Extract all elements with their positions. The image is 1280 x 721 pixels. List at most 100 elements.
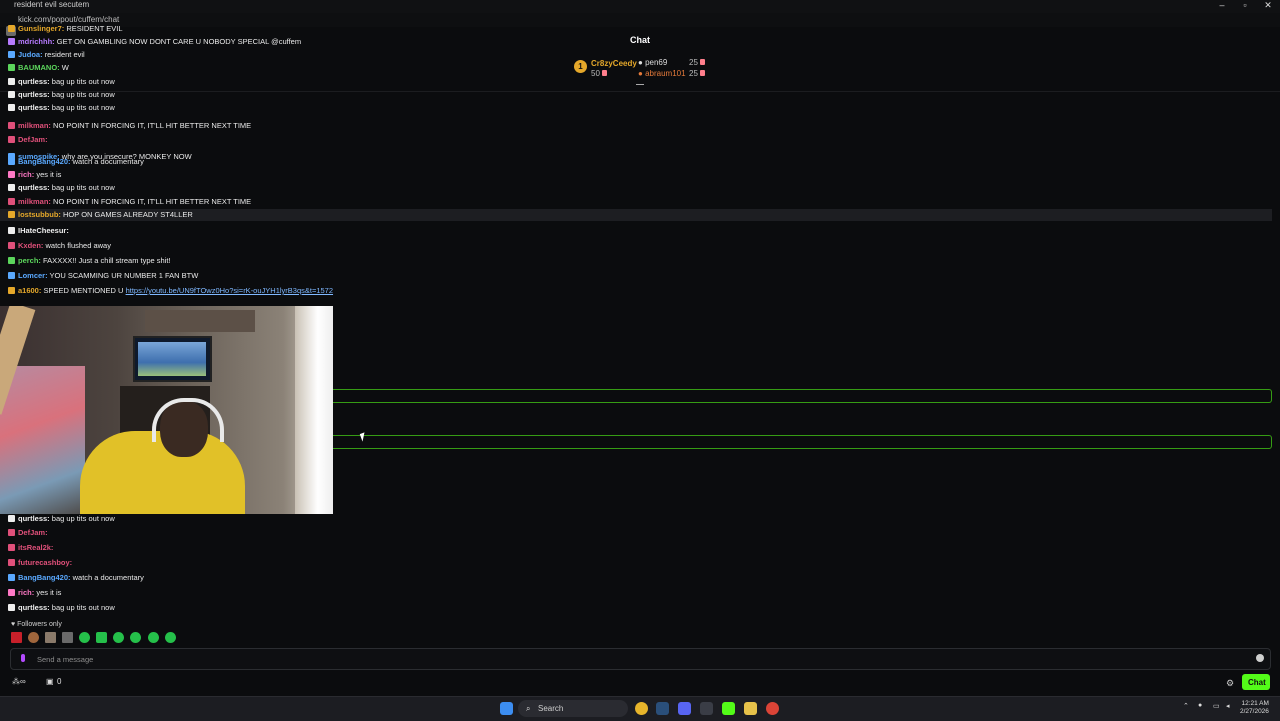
chat-username[interactable]: qurtless: — [18, 103, 50, 112]
chat-username[interactable]: BangBang420: — [18, 573, 71, 582]
tray-volume-icon[interactable]: ◂ — [1226, 702, 1230, 710]
chat-username[interactable]: BangBang420: — [18, 157, 71, 166]
rank-badge: 1 — [574, 60, 587, 73]
url-text: kick.com/popout/cuffem/chat — [18, 15, 120, 24]
tray-network-icon[interactable]: ▭ — [1213, 702, 1220, 710]
emote-icon[interactable] — [164, 632, 176, 643]
windows-start-icon[interactable] — [500, 702, 513, 715]
kicks-count: 0 — [57, 677, 62, 686]
chat-message-text: yes it is — [36, 588, 62, 597]
chat-username[interactable]: a1600: — [18, 286, 41, 295]
tray-mic-icon[interactable]: ● — [1198, 702, 1202, 709]
chat-message: qurtless: bag up tits out now — [8, 90, 115, 99]
chat-username[interactable]: rich: — [18, 588, 34, 597]
address-bar[interactable]: kick.com/popout/cuffem/chat — [0, 13, 1280, 36]
chat-username[interactable]: milkman: — [18, 197, 51, 206]
chat-username[interactable]: rich: — [18, 170, 34, 179]
chat-username[interactable]: lostsubbub: — [18, 210, 61, 219]
chat-username[interactable]: BAUMANO: — [18, 63, 60, 72]
chat-username[interactable]: Judoa: — [18, 50, 43, 59]
badge-icon — [8, 287, 15, 294]
taskbar-search[interactable]: ⌕ Search — [518, 700, 628, 717]
message-box[interactable] — [10, 648, 1271, 670]
emote-icon[interactable] — [130, 632, 142, 643]
emote-icon[interactable] — [28, 632, 40, 643]
chat-message: qurtless: bag up tits out now — [8, 77, 115, 86]
chat-message: BangBang420: watch a documentary — [8, 157, 144, 166]
emote-icon[interactable] — [113, 632, 125, 643]
badge-icon — [8, 574, 15, 581]
webcam-overlay — [0, 306, 333, 514]
chat-message: perch: FAXXXX!! Just a chill stream type… — [8, 256, 171, 265]
system-clock[interactable]: 12:21 AM 2/27/2026 — [1240, 700, 1269, 716]
badge-icon — [8, 25, 15, 32]
users-icon[interactable]: ⁂∞ — [12, 677, 26, 686]
chat-username[interactable]: Kxden: — [18, 241, 43, 250]
tray-chevron-icon[interactable]: ⌃ — [1183, 702, 1189, 710]
chat-username[interactable]: perch: — [18, 256, 41, 265]
chat-send-button[interactable]: Chat — [1242, 674, 1270, 690]
leaderboard-user[interactable]: Cr8zyCeedy — [591, 59, 637, 68]
chat-username[interactable]: DefJam: — [18, 528, 48, 537]
chat-username[interactable]: DefJam: — [18, 135, 48, 144]
search-label: Search — [538, 704, 564, 713]
steam-icon[interactable] — [656, 702, 669, 715]
chat-username[interactable]: Lomcer: — [18, 271, 48, 280]
badge-icon — [8, 604, 15, 611]
kick-icon[interactable] — [722, 702, 735, 715]
folder-icon[interactable] — [744, 702, 757, 715]
chat-message: mdrichhh: GET ON GAMBLING NOW DONT CARE … — [8, 37, 301, 46]
app-icon[interactable] — [700, 702, 713, 715]
emoji-icon[interactable] — [1256, 654, 1264, 662]
chat-username[interactable]: itsReal2k: — [18, 543, 53, 552]
chat-highlight-outline — [333, 435, 1272, 449]
emote-bar[interactable] — [11, 632, 179, 644]
badge-icon — [8, 544, 15, 551]
chat-username[interactable]: qurtless: — [18, 514, 50, 523]
discord-icon[interactable] — [678, 702, 691, 715]
badge-icon — [8, 589, 15, 596]
badge-icon — [8, 171, 15, 178]
chat-message: BangBang420: watch a documentary — [8, 573, 144, 582]
chat-username[interactable]: futurecashboy: — [18, 558, 72, 567]
emote-icon[interactable] — [11, 632, 22, 643]
chat-message: Gunslinger7: RESIDENT EVIL — [8, 24, 123, 33]
emote-icon[interactable] — [96, 632, 108, 643]
chat-message: itsReal2k: — [8, 543, 53, 552]
chat-username[interactable]: milkman: — [18, 121, 51, 130]
chat-username[interactable]: qurtless: — [18, 77, 50, 86]
chat-message-text: bag up tits out now — [51, 90, 115, 99]
chrome-icon[interactable] — [635, 702, 648, 715]
badge-icon — [8, 227, 15, 234]
badge-icon — [8, 242, 15, 249]
close-button[interactable]: ✕ — [1258, 0, 1278, 11]
badge-icon — [8, 122, 15, 129]
message-input[interactable] — [35, 652, 1239, 667]
clock-time: 12:21 AM — [1241, 700, 1269, 707]
chat-username[interactable]: mdrichhh: — [18, 37, 55, 46]
chat-username[interactable]: IHateCheesur: — [18, 226, 69, 235]
chat-message: qurtless: bag up tits out now — [8, 103, 115, 112]
chat-username[interactable]: qurtless: — [18, 603, 50, 612]
chat-message-text: yes it is — [36, 170, 62, 179]
chat-username[interactable]: Gunslinger7: — [18, 24, 64, 33]
emote-icon[interactable] — [45, 632, 57, 643]
chat-link[interactable]: https://youtu.be/UN9fTOwz0Ho?si=rK-ouJYH… — [126, 286, 333, 295]
restore-button[interactable]: ▫ — [1235, 0, 1255, 10]
badge-icon — [8, 136, 15, 143]
chat-username[interactable]: qurtless: — [18, 90, 50, 99]
gear-icon[interactable]: ⚙ — [1226, 678, 1234, 689]
emote-icon[interactable] — [147, 632, 159, 643]
emote-icon[interactable] — [79, 632, 91, 643]
mic-icon[interactable] — [21, 654, 25, 662]
leaderboard-user[interactable]: ● pen69 — [638, 58, 667, 67]
minimize-button[interactable]: – — [1212, 0, 1232, 10]
chat-message: Judoa: resident evil — [8, 50, 85, 59]
chat-username[interactable]: qurtless: — [18, 183, 50, 192]
leaderboard-user[interactable]: ● abraum101 — [638, 69, 686, 78]
emote-icon[interactable] — [62, 632, 74, 643]
gift-leaderboard[interactable]: 1 Cr8zyCeedy 50 ● pen69 25 ● abraum101 2… — [572, 57, 712, 79]
gift-icon[interactable]: ▣ — [46, 677, 54, 686]
badge-icon — [8, 104, 15, 111]
chrome-icon[interactable] — [766, 702, 779, 715]
